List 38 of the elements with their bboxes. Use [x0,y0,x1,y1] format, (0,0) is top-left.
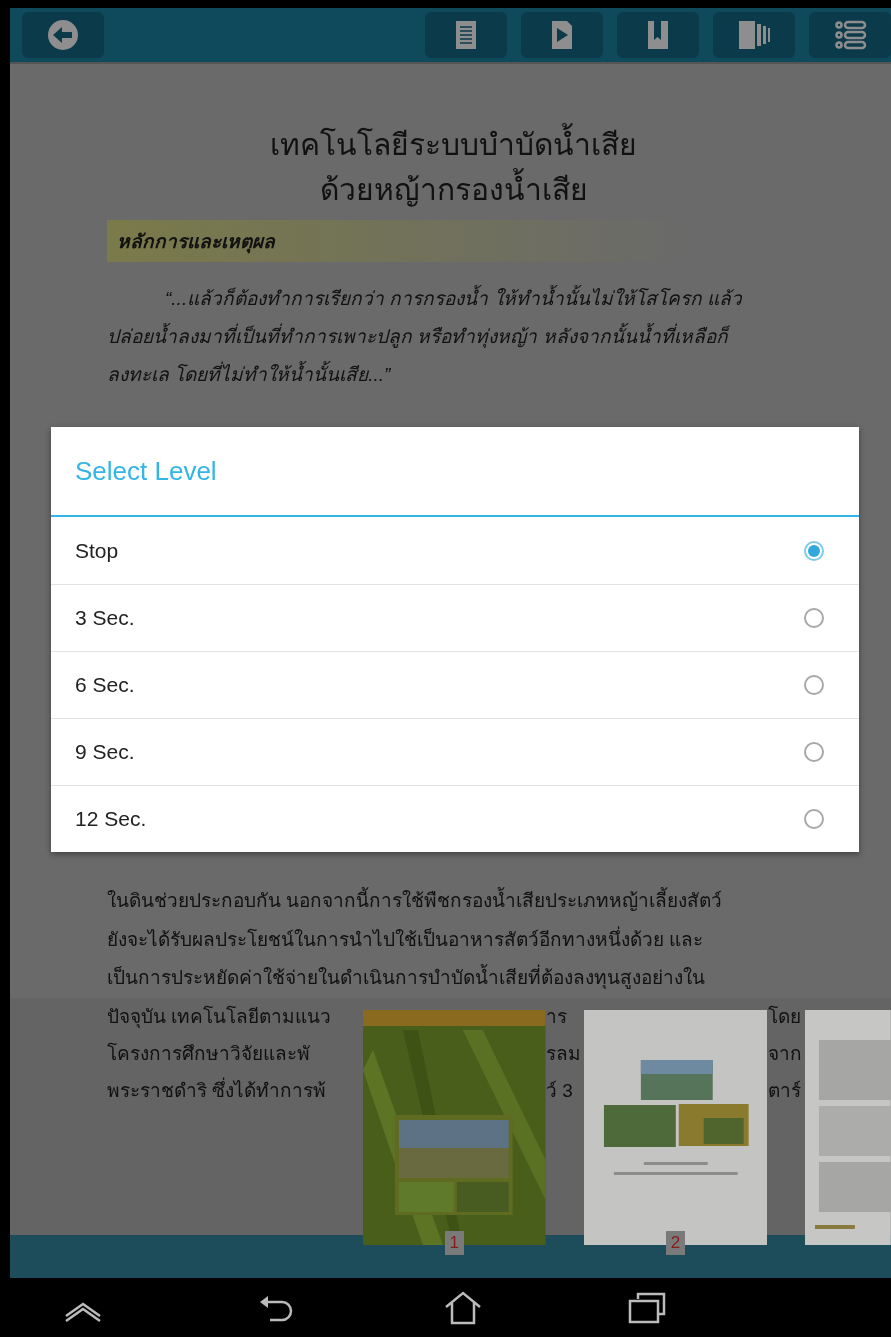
radio-button[interactable] [804,540,824,561]
body-text-fragment: จาก [768,1041,802,1066]
back-button[interactable] [22,12,104,58]
body-text-fragment: ว์ 3 [546,1078,574,1103]
list-menu-icon [833,18,867,52]
body-text-fragment: รลม [546,1041,582,1066]
level-option[interactable]: Stop [51,517,859,584]
body-text-fragment: โครงการศึกษาวิจัยและพั [107,1041,311,1066]
toolbar-button[interactable] [425,12,507,58]
body-text-fragment: โดย [768,1004,801,1029]
body-text-line: ในดินช่วยประกอบกัน นอกจากนี้การใช้พืชกรองน้ำเสียประเภทหญ้าเลี้ยงสัตว์ [107,882,800,921]
radio-button[interactable] [804,742,824,762]
body-text-fragment: ตาร์ [768,1078,801,1103]
body-text-line: ยังจะได้รับผลประโยชน์ในการนำไปใช้เป็นอาหารสัตว์อีกทางหนึ่งด้วย และ [107,925,705,952]
level-option[interactable]: 6 Sec. [51,651,859,718]
level-option[interactable]: 3 Sec. [51,584,859,651]
radio-button[interactable] [804,809,824,829]
toolbar-button[interactable] [713,12,795,58]
toolbar-button[interactable] [521,12,603,58]
level-option[interactable]: 12 Sec. [51,785,859,852]
quote-line: ปล่อยน้ำลงมาที่เป็นที่ทำการเพาะปลูก หรือทำทุ่งหญ้า หลังจากนั้นน้ำที่เหลือก็ [107,318,800,356]
back-icon [46,18,80,52]
body-text-line: เป็นการประหยัดค่าใช้จ่ายในดำเนินการบำบัดน้ำเสียที่ต้องลงทุนสูงอย่างใน [107,959,800,998]
columns-icon [737,18,771,52]
page-number: 2 [665,1231,686,1255]
body-text-fragment: ปัจจุบัน เทคโนโลยีตามแนว [107,1004,333,1030]
radio-button[interactable] [804,608,824,628]
toolbar-button[interactable] [809,12,891,58]
body-text-fragment: พระราชดำริ ซึ่งได้ทำการพ้ [107,1076,328,1103]
radio-button[interactable] [804,675,824,695]
quote-line: ลงทะเล โดยที่ไม่ทำให้น้ำนั้นเสีย...” [107,356,800,394]
article-title: ด้วยหญ้ากรองน้ำเสีย [107,167,800,212]
body-text-fragment: าร [546,1004,568,1029]
level-option[interactable]: 9 Sec. [51,718,859,785]
toolbar-button[interactable] [617,12,699,58]
quote-line: “...แล้วก็ต้องทำการเรียกว่า การกรองน้ำ ให้ทำน้ำนั้นไม่ให้โสโครก แล้ว [107,280,800,318]
article-title: เทคโนโลยีระบบบำบัดน้ำเสีย [107,122,800,167]
page-number: 1 [444,1231,465,1255]
